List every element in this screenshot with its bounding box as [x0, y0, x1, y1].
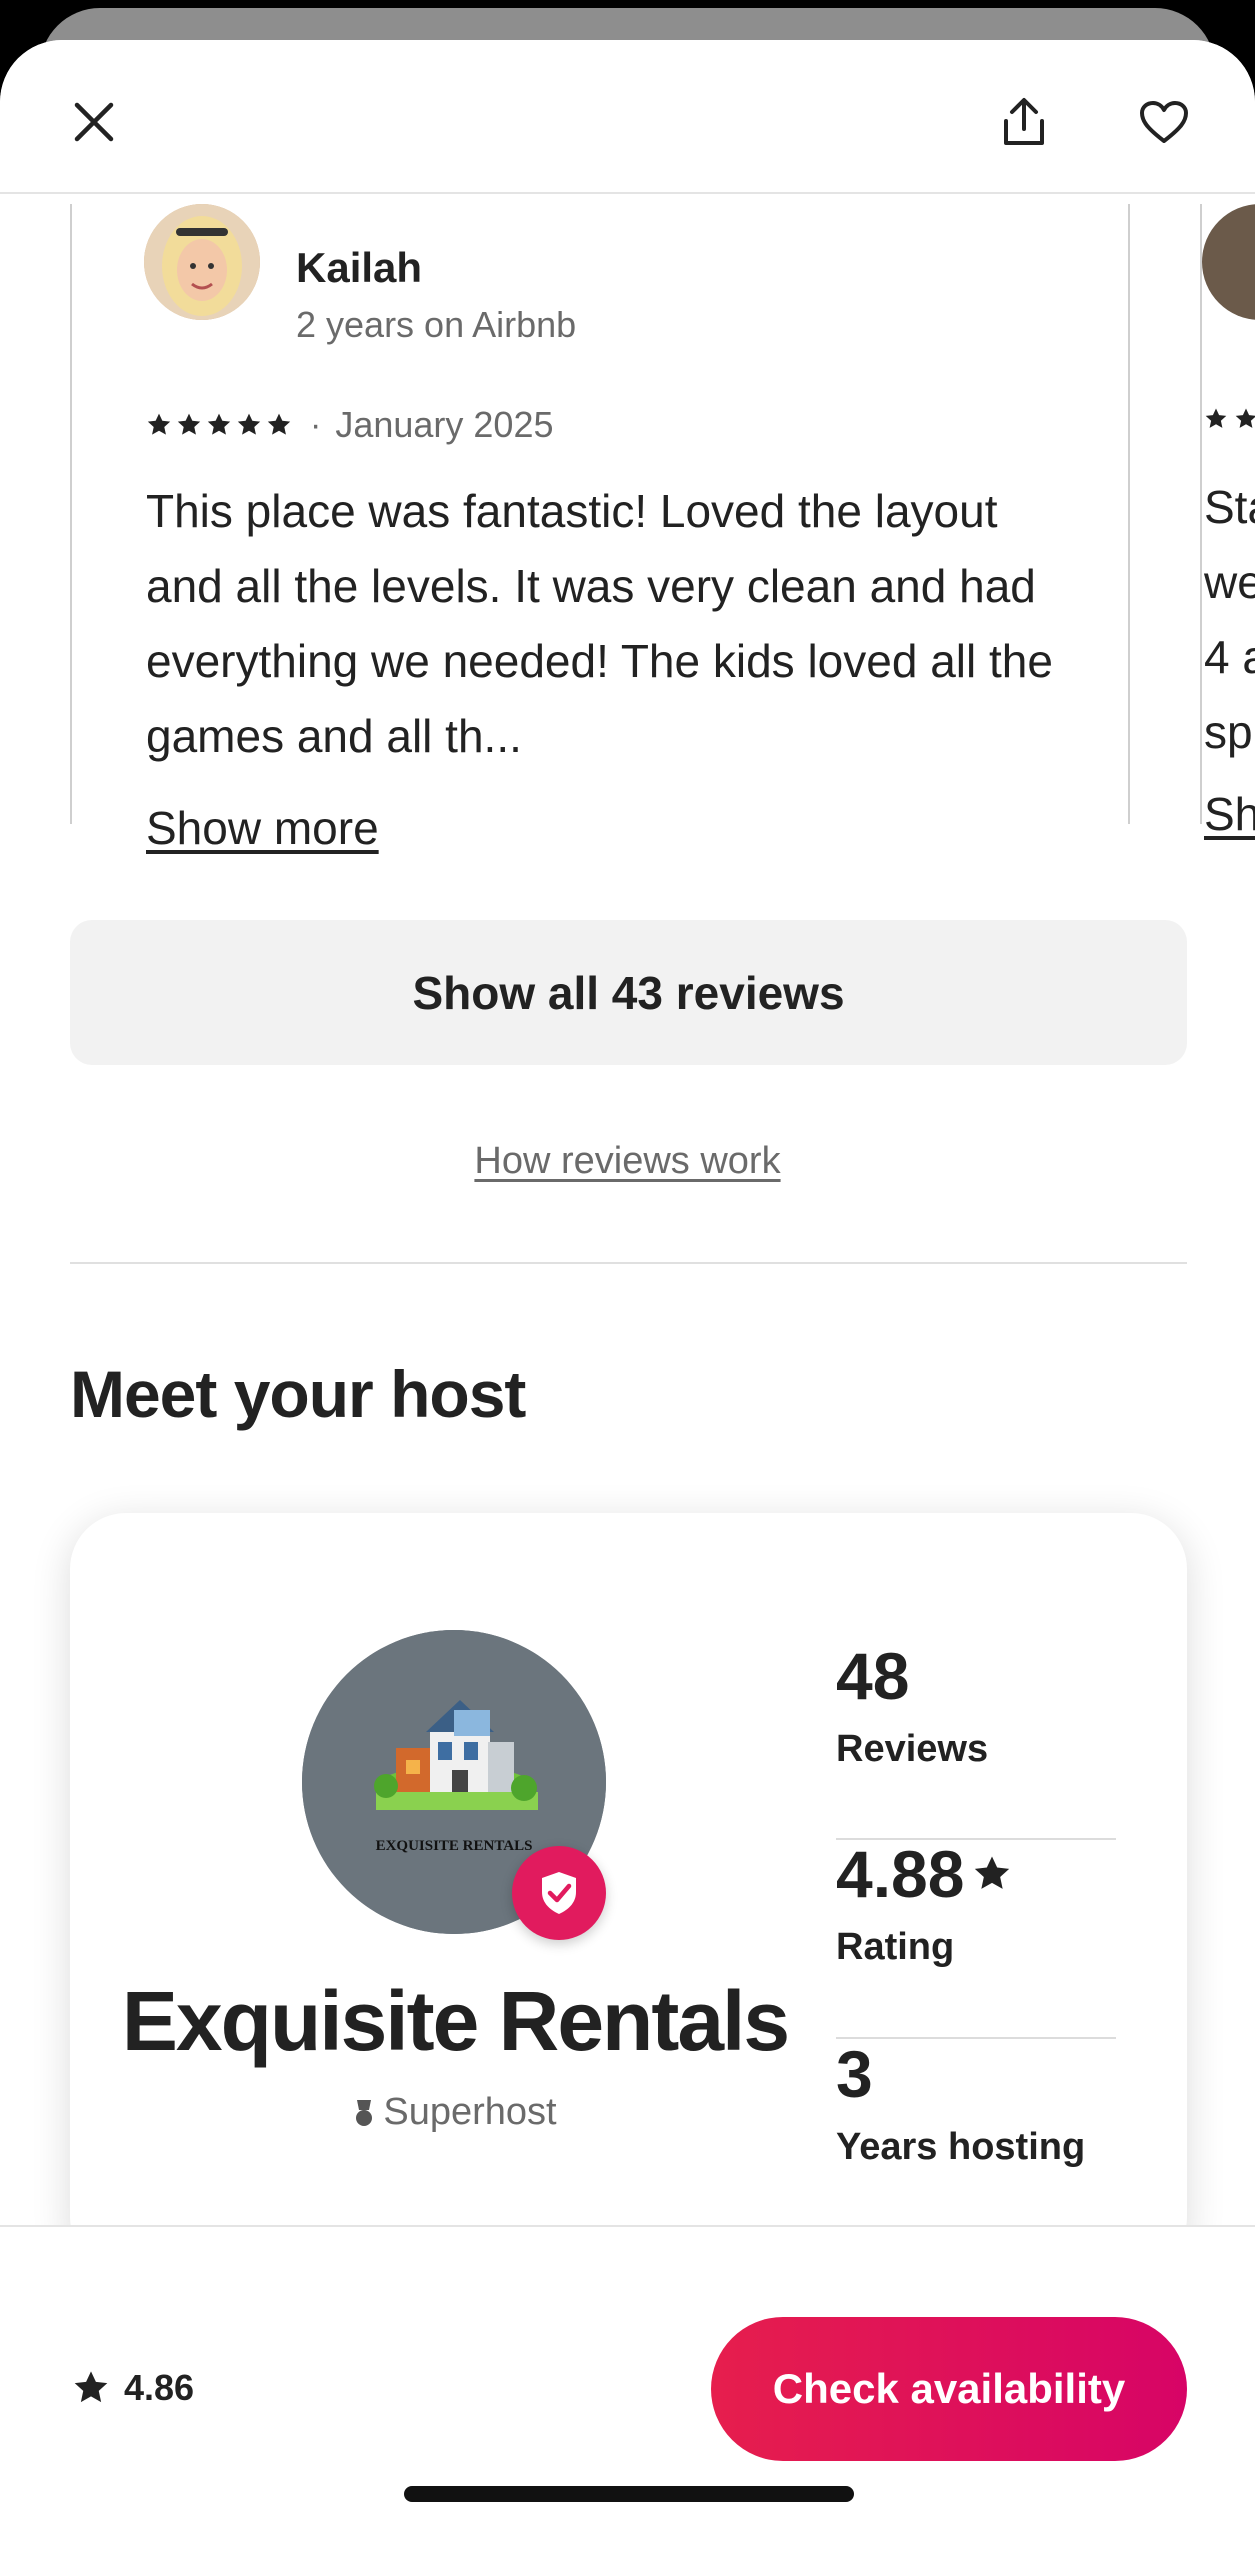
listing-sheet: Kailah 2 years on Airbnb · January 2025 … — [0, 40, 1255, 2560]
check-availability-button[interactable]: Check availability — [711, 2317, 1187, 2461]
next-reviewer-avatar — [1202, 204, 1255, 320]
reviewer-tenure: 2 years on Airbnb — [296, 304, 577, 345]
reviewer-avatar[interactable] — [144, 204, 260, 320]
show-all-reviews-button[interactable]: Show all 43 reviews — [70, 920, 1187, 1065]
heart-icon — [1140, 101, 1188, 143]
stat-value: 48 — [836, 1639, 910, 1713]
stat-value: 4.88 — [836, 1837, 965, 1911]
host-name: Exquisite Rentals — [121, 1974, 790, 2068]
show-more-link[interactable]: Show more — [146, 801, 379, 855]
next-review-line: we — [1204, 556, 1255, 608]
verified-badge — [512, 1846, 606, 1940]
stat-value-row: 4.88 — [836, 1836, 1116, 1912]
next-review-line: Sta — [1204, 481, 1255, 533]
next-review-card[interactable]: Sta we 4 a sp Sh — [1200, 204, 1255, 840]
share-button[interactable] — [992, 90, 1056, 154]
section-divider — [70, 1262, 1187, 1264]
section-title: Meet your host — [70, 1357, 526, 1431]
review-rating-row: · January 2025 — [146, 404, 554, 446]
star-icon — [147, 413, 171, 435]
next-review-line: sp — [1204, 706, 1253, 758]
bottom-bar: 4.86 Check availability — [0, 2225, 1255, 2520]
review-card[interactable]: Kailah 2 years on Airbnb · January 2025 … — [70, 204, 1130, 854]
stat-label: Rating — [836, 1926, 955, 1968]
listing-rating: 4.86 — [72, 2367, 194, 2409]
separator-dot: · — [310, 405, 322, 444]
top-bar — [0, 40, 1255, 194]
superhost-text: Superhost — [383, 2091, 557, 2133]
star-icon — [975, 1856, 1010, 1889]
star-icon — [267, 413, 291, 435]
save-button[interactable] — [1132, 90, 1196, 154]
stat-years-hosting: 3 Years hosting — [836, 2036, 1116, 2169]
next-review-show-more[interactable]: Sh — [1204, 777, 1255, 852]
home-indicator[interactable] — [404, 2486, 854, 2502]
reviewer-name: Kailah — [296, 244, 423, 291]
how-reviews-work-link[interactable]: How reviews work — [0, 1140, 1255, 1183]
stat-label: Years hosting — [836, 2126, 1086, 2168]
shield-check-icon — [542, 1872, 576, 1914]
share-icon — [1004, 98, 1044, 145]
star-icon — [74, 2371, 108, 2403]
superhost-label: Superhost — [70, 2091, 840, 2134]
stat-reviews: 48 Reviews — [836, 1638, 1116, 1771]
stat-value: 3 — [836, 2037, 873, 2111]
star-icon — [237, 413, 261, 435]
stat-rating: 4.88 Rating — [836, 1836, 1116, 1969]
next-review-stars — [1204, 407, 1255, 438]
host-card[interactable]: EXQUISITE RENTALS Exquisite Rentals Supe… — [70, 1513, 1187, 2273]
superhost-icon — [356, 2099, 373, 2126]
review-date: January 2025 — [335, 404, 554, 445]
star-icon — [177, 413, 201, 435]
listing-rating-value: 4.86 — [124, 2367, 195, 2408]
close-icon — [74, 102, 114, 142]
close-button[interactable] — [62, 90, 126, 154]
review-text: This place was fantastic! Loved the layo… — [146, 485, 1053, 762]
next-review-line: 4 a — [1204, 631, 1255, 683]
stat-label: Reviews — [836, 1728, 989, 1770]
star-icon — [207, 413, 231, 435]
